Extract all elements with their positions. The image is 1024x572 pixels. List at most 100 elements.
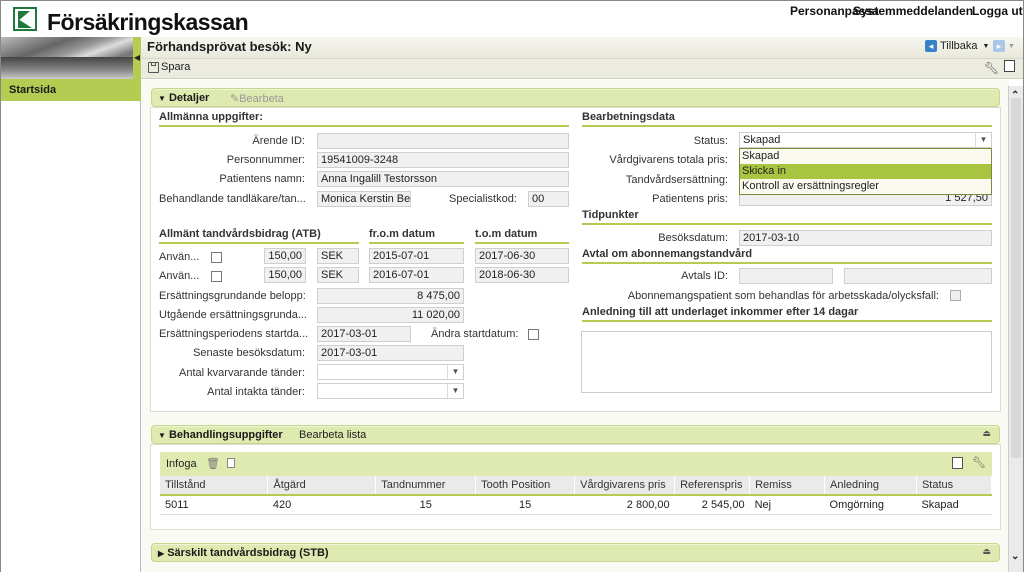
column-header[interactable]: Tillstånd bbox=[160, 476, 269, 496]
detaljer-toggle[interactable]: ▼ Detaljer bbox=[158, 92, 209, 104]
status-option-highlighted[interactable]: Skicka in bbox=[740, 164, 991, 179]
status-dropdown-list: Skapad Skicka in Kontroll av ersättnings… bbox=[739, 148, 992, 195]
specialistkod-field[interactable]: 00 bbox=[528, 191, 569, 207]
atb-from-field[interactable]: 2016-07-01 bbox=[369, 267, 464, 283]
column-header[interactable]: Åtgärd bbox=[267, 476, 377, 496]
atb-to-field[interactable]: 2017-06-30 bbox=[475, 248, 569, 264]
intakta-dropdown[interactable]: ▼ bbox=[317, 383, 464, 399]
avtals-id-field[interactable] bbox=[739, 268, 833, 284]
tandvardsersattning-label: Tandvårdsersättning: bbox=[625, 174, 728, 186]
specialistkod-label: Specialistkod: bbox=[449, 193, 517, 205]
wrench-icon[interactable]: 🔧︎ bbox=[984, 61, 999, 75]
behandling-table: Tillstånd Åtgärd Tandnummer Tooth Positi… bbox=[160, 476, 993, 515]
delete-icon[interactable]: 🗑︎ bbox=[206, 457, 220, 470]
banner-image bbox=[1, 37, 133, 79]
behandling-toggle[interactable]: ▼ Behandlingsuppgifter bbox=[158, 429, 283, 441]
abonnemang-checkbox[interactable] bbox=[950, 290, 961, 301]
atb-row-label: Använ... bbox=[159, 251, 200, 263]
besoksdatum-field[interactable]: 2017-03-10 bbox=[739, 230, 992, 246]
column-header[interactable]: Tooth Position bbox=[475, 476, 576, 496]
atb-amount-field[interactable]: 150,00 bbox=[264, 248, 306, 264]
export-icon[interactable] bbox=[952, 457, 963, 469]
atb-row-checkbox[interactable] bbox=[211, 271, 222, 282]
scrollbar-thumb[interactable] bbox=[1011, 98, 1021, 458]
status-label: Status: bbox=[693, 135, 728, 147]
column-header[interactable]: Anledning bbox=[824, 476, 917, 496]
atb-amount-field[interactable]: 150,00 bbox=[264, 267, 306, 283]
column-header[interactable]: Status bbox=[916, 476, 993, 496]
startdatum-field[interactable]: 2017-03-01 bbox=[317, 326, 411, 342]
wrench-icon[interactable]: 🔧︎ bbox=[972, 456, 986, 469]
besoksdatum-label: Besöksdatum: bbox=[658, 232, 728, 244]
chevron-down-icon: ▼ bbox=[1008, 42, 1015, 50]
column-header[interactable]: Vårdgivarens pris bbox=[574, 476, 676, 496]
stb-toggle[interactable]: ▶ Särskilt tandvårdsbidrag (STB) bbox=[158, 547, 329, 559]
caret-down-icon: ▼ bbox=[158, 431, 166, 440]
tidpunkter-section-header: Tidpunkter bbox=[582, 209, 992, 225]
utgaende-field[interactable]: 11 020,00 bbox=[317, 307, 464, 323]
senaste-besoksdatum-label: Senaste besöksdatum: bbox=[193, 347, 305, 359]
atb-currency-field[interactable]: SEK bbox=[317, 267, 359, 283]
kvarvarande-dropdown[interactable]: ▼ bbox=[317, 364, 464, 380]
logout-link[interactable]: Logga ut bbox=[972, 4, 1023, 18]
atb-currency-field[interactable]: SEK bbox=[317, 248, 359, 264]
column-header[interactable]: Remiss bbox=[749, 476, 826, 496]
atb-from-field[interactable]: 2015-07-01 bbox=[369, 248, 464, 264]
anledning-textarea[interactable] bbox=[581, 331, 992, 393]
cell-vardgivarens-pris: 2 800,00 bbox=[574, 495, 675, 515]
status-option[interactable]: Skapad bbox=[740, 149, 991, 164]
bearbeta-label: Bearbeta bbox=[239, 93, 284, 105]
back-button[interactable]: ◂ Tillbaka ▼ bbox=[925, 40, 989, 52]
collapse-icon[interactable]: ⏏ bbox=[982, 546, 991, 557]
behandling-panel-header[interactable]: ▼ Behandlingsuppgifter Bearbeta lista ⏏ bbox=[151, 425, 1000, 444]
column-header[interactable]: Tandnummer bbox=[375, 476, 477, 496]
sidebar-item-startsida[interactable]: Startsida bbox=[1, 79, 141, 101]
ersgrund-field[interactable]: 8 475,00 bbox=[317, 288, 464, 304]
startdatum-label: Ersättningsperiodens startda... bbox=[159, 328, 309, 340]
collapse-icon[interactable]: ⏏ bbox=[982, 428, 991, 439]
detaljer-panel-header[interactable]: ▼ Detaljer ✎Bearbeta bbox=[151, 88, 1000, 107]
patient-pris-label: Patientens pris: bbox=[652, 193, 728, 205]
arende-id-field[interactable] bbox=[317, 133, 569, 149]
avtals-id-label: Avtals ID: bbox=[681, 270, 728, 282]
status-option[interactable]: Kontroll av ersättningsregler bbox=[740, 179, 991, 194]
patient-name-label: Patientens namn: bbox=[219, 173, 305, 185]
systemmeddelanden-link[interactable]: Systemmeddelanden bbox=[853, 4, 973, 18]
column-header[interactable]: Referenspris bbox=[674, 476, 751, 496]
senaste-besoksdatum-field[interactable]: 2017-03-01 bbox=[317, 345, 464, 361]
chevron-down-icon: ▼ bbox=[982, 42, 990, 50]
cell-tooth-position: 15 bbox=[475, 495, 575, 515]
status-dropdown[interactable]: Skapad ▼ bbox=[739, 132, 992, 148]
caret-right-icon: ▶ bbox=[158, 549, 165, 558]
vertical-scrollbar[interactable]: ⌃ ⌄ bbox=[1008, 86, 1023, 572]
behandlare-field[interactable]: Monica Kerstin Ber bbox=[317, 191, 411, 207]
print-icon[interactable] bbox=[1004, 60, 1015, 72]
atb-row-checkbox[interactable] bbox=[211, 252, 222, 263]
atb-to-field[interactable]: 2018-06-30 bbox=[475, 267, 569, 283]
status-value: Skapad bbox=[743, 134, 781, 146]
collapse-sidebar-button[interactable]: ◀ bbox=[133, 37, 141, 79]
save-button[interactable]: Spara bbox=[148, 61, 190, 73]
kvarvarande-label: Antal kvarvarande tänder: bbox=[179, 367, 305, 379]
personnummer-field[interactable]: 19541009-3248 bbox=[317, 152, 569, 168]
infoga-button[interactable]: Infoga bbox=[166, 458, 197, 470]
bearbeta-lista-button[interactable]: Bearbeta lista bbox=[299, 429, 366, 441]
andra-startdatum-checkbox[interactable] bbox=[528, 329, 539, 340]
patient-name-field[interactable]: Anna Ingalill Testorsson bbox=[317, 171, 569, 187]
total-pris-label: Vårdgivarens totala pris: bbox=[609, 154, 728, 166]
forward-button[interactable]: ▸ ▼ bbox=[993, 40, 1015, 52]
page-title: Förhandsprövat besök: Ny bbox=[147, 39, 312, 54]
intakta-label: Antal intakta tänder: bbox=[207, 386, 305, 398]
stb-panel-header[interactable]: ▶ Särskilt tandvårdsbidrag (STB) ⏏ bbox=[151, 543, 1000, 562]
avtals-id-secondary-field[interactable] bbox=[844, 268, 992, 284]
avtal-section-header: Avtal om abonnemangstandvård bbox=[582, 248, 992, 264]
scroll-down-icon[interactable]: ⌄ bbox=[1011, 551, 1019, 562]
bearbeta-button[interactable]: ✎Bearbeta bbox=[230, 92, 284, 105]
table-row[interactable]: 5011 420 15 15 2 800,00 2 545,00 Nej Omg… bbox=[160, 495, 992, 515]
allmanna-section-header: Allmänna uppgifter: bbox=[159, 111, 569, 127]
new-document-icon[interactable] bbox=[227, 458, 235, 468]
ersgrund-label: Ersättningsgrundande belopp: bbox=[159, 290, 306, 302]
from-date-header: fr.o.m datum bbox=[369, 228, 464, 244]
forward-arrow-icon: ▸ bbox=[993, 40, 1005, 52]
stb-title: Särskilt tandvårdsbidrag (STB) bbox=[167, 547, 329, 559]
